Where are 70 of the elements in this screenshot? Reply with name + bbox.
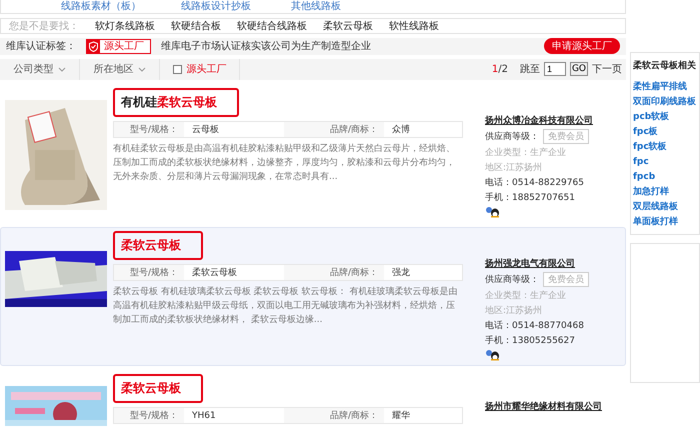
related-link[interactable]: fpc软板 [633, 141, 699, 153]
jump-label: 跳至 [520, 62, 540, 76]
product-description: 柔软云母板 有机硅玻璃柔软云母板 柔软云母板 软云母板： 有机硅玻璃柔软云母板是由高温有机硅胶粘漆粘贴甲级云母纸，双面以电工用无碱玻璃布为补强材料，经烘焙，压制加工而成的柔软板状绝缘材料， 柔软云母板边缘... [113, 286, 458, 327]
related-link[interactable]: fpcb [633, 171, 699, 183]
company-link[interactable]: 扬州强龙电气有限公司 [485, 257, 621, 270]
company-link[interactable]: 扬州众博冶金科技有限公司 [485, 114, 621, 127]
suggestion-link[interactable]: 软灯条线路板 [95, 19, 155, 33]
related-link[interactable]: 双面印刷线路板 [633, 96, 699, 108]
filter-dropdown[interactable]: 公司类型 [0, 58, 80, 80]
related-link[interactable]: fpc板 [633, 126, 699, 138]
phone-number: 电话：0514-88229765 [485, 176, 585, 189]
page-total: /2 [498, 64, 508, 75]
go-button[interactable]: GO [570, 62, 588, 76]
company-link[interactable]: 扬州市耀华绝缘材料有限公司 [485, 400, 621, 413]
product-title[interactable]: 柔软云母板 [113, 374, 203, 403]
company-type: 企业类型：生产企业 [485, 290, 567, 302]
related-link[interactable]: 单面板打样 [633, 216, 699, 228]
company-region: 地区:江苏扬州 [485, 162, 544, 174]
member-level-tag: 免费会员 [543, 129, 589, 144]
panel-title: 柔软云母板相关 [633, 59, 697, 72]
related-link[interactable]: fpc [633, 156, 699, 168]
suggestion-link[interactable]: 软性线路板 [389, 19, 439, 33]
page-input[interactable]: 1 [544, 62, 566, 76]
company-type: 企业类型：生产企业 [485, 146, 567, 159]
chevron-down-icon [138, 66, 146, 72]
brand-label: 品牌/商标： [284, 265, 384, 280]
member-level-tag: 免费会员 [543, 272, 589, 287]
checkbox[interactable] [172, 64, 182, 74]
category-link[interactable]: 其他线路板 [291, 0, 341, 13]
suggestion-link[interactable]: 软硬结合线路板 [237, 19, 307, 33]
product-title[interactable]: 柔软云母板 [113, 231, 203, 260]
chat-icon[interactable] [485, 349, 501, 361]
certification-text: 维库电子市场认证核实该公司为生产制造型企业 [161, 40, 371, 54]
filter-dropdown[interactable]: 所在地区 [80, 58, 160, 80]
brand-value: 众博 [391, 124, 411, 136]
spec-label: 型号/规格： [114, 408, 184, 423]
mobile-number: 手机：18852707651 [485, 192, 576, 204]
brand-value: 强龙 [391, 266, 411, 279]
spec-value: 云母板 [191, 124, 220, 136]
brand-label: 品牌/商标： [284, 122, 384, 137]
phone-number: 电话：0514-88770468 [485, 320, 585, 332]
suggestion-label: 您是不是要找： [9, 20, 79, 33]
current-page: 1 [492, 64, 498, 75]
certification-label: 维库认证标签： [6, 40, 76, 54]
brand-label: 品牌/商标： [284, 408, 384, 423]
chat-icon[interactable] [485, 206, 501, 218]
mobile-number: 手机：13805255627 [485, 334, 576, 347]
chevron-down-icon [58, 66, 66, 72]
level-label: 供应商等级： [485, 274, 539, 286]
related-link[interactable]: 柔性扁平排线 [633, 81, 699, 93]
level-label: 供应商等级： [485, 130, 539, 143]
related-link[interactable]: 加急打样 [633, 186, 699, 198]
related-link[interactable]: 双层线路板 [633, 201, 699, 213]
next-page-link[interactable]: 下一页 [592, 62, 622, 76]
brand-value: 耀华 [391, 410, 411, 422]
spec-label: 型号/规格： [114, 122, 184, 137]
category-link[interactable]: 线路板素材（板） [61, 0, 141, 13]
apply-button[interactable]: 申请源头工厂 [544, 38, 620, 54]
spec-value: YH61 [191, 410, 217, 420]
related-link[interactable]: pcb软板 [633, 111, 699, 123]
suggestion-link[interactable]: 柔软云母板 [323, 19, 373, 33]
spec-label: 型号/规格： [114, 265, 184, 280]
spec-value: 柔软云母板 [191, 266, 238, 279]
factory-badge: 源头工厂 [86, 38, 151, 54]
category-link[interactable]: 线路板设计抄板 [181, 0, 251, 13]
checkbox-label: 源头工厂 [186, 62, 226, 76]
suggestion-link[interactable]: 软硬结合板 [171, 19, 221, 33]
company-region: 地区:江苏扬州 [485, 304, 544, 317]
product-description: 有机硅柔软云母板是由高温有机硅胶粘漆粘贴甲级和乙级薄片天然白云母片，经烘焙、压制加工而成的柔软板状绝缘材料，边缘整齐，厚度均匀，胶粘漆和云母片分布均匀，无外来杂质、分层和薄片云母漏洞现象，在常态时具有... [113, 142, 456, 184]
product-title[interactable]: 有机硅柔软云母板 [113, 88, 239, 117]
